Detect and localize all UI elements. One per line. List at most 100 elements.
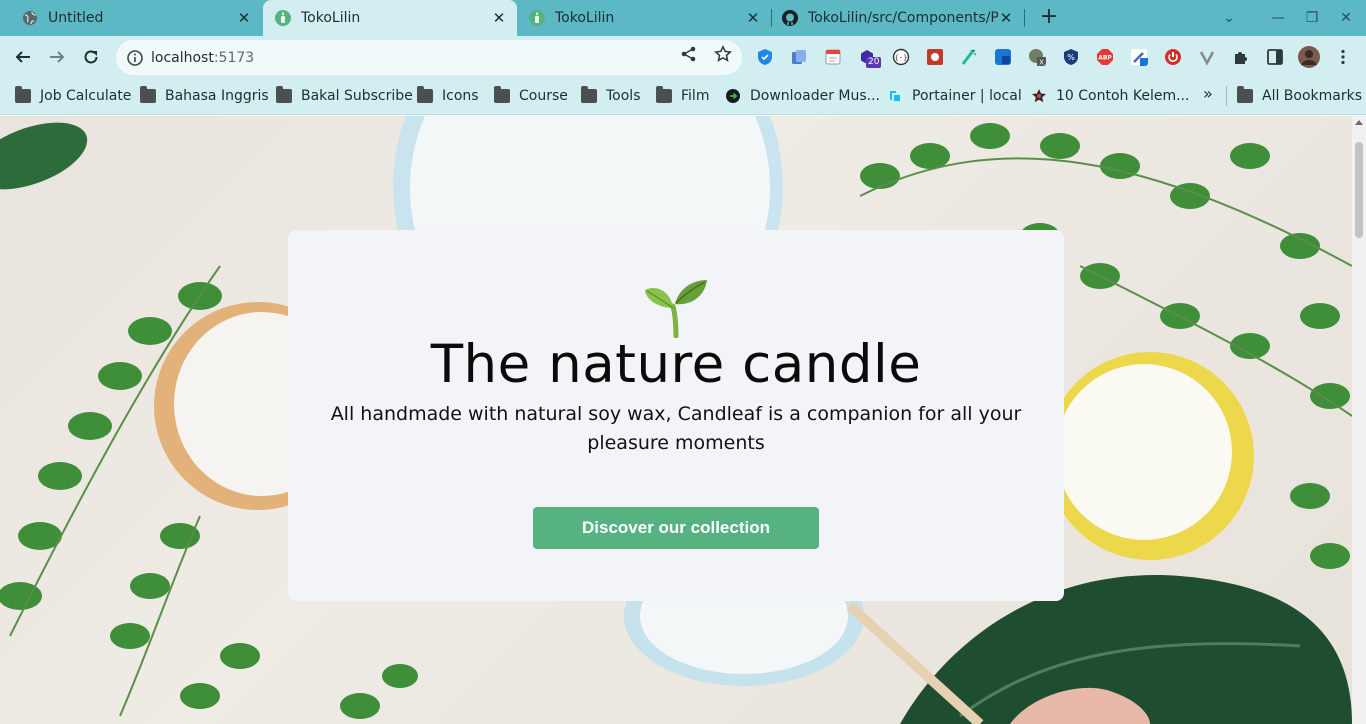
- adblock-plus-icon[interactable]: ABP: [1096, 48, 1114, 66]
- close-icon[interactable]: ✕: [236, 10, 252, 26]
- tab-title: Untitled: [48, 10, 104, 26]
- puzzle-extensions-icon[interactable]: [1232, 48, 1250, 66]
- power-extension-icon[interactable]: [1164, 48, 1182, 66]
- hero-subtitle: All handmade with natural soy wax, Candl…: [330, 403, 1022, 454]
- star-icon: [1032, 89, 1046, 103]
- folder-icon: [276, 86, 292, 103]
- red-puzzle-extension-icon[interactable]: [926, 48, 944, 66]
- shield-extension-icon[interactable]: [756, 48, 774, 66]
- portainer-icon: [890, 91, 900, 101]
- bookmark-label: Film: [681, 88, 710, 104]
- kebab-menu-icon[interactable]: [1334, 48, 1352, 66]
- folder-icon: [494, 86, 510, 103]
- new-tab-button[interactable]: +: [1037, 6, 1061, 30]
- url-text: localhost:5173: [151, 50, 254, 66]
- back-button[interactable]: [10, 44, 36, 70]
- address-bar[interactable]: localhost:5173: [116, 40, 742, 75]
- close-icon[interactable]: ✕: [491, 10, 507, 26]
- forward-button[interactable]: [44, 44, 70, 70]
- folder-icon: [140, 86, 156, 103]
- url-host: localhost: [151, 49, 214, 66]
- bookmark-label: Bakal Subscribe: [301, 88, 413, 104]
- share-icon[interactable]: [680, 45, 698, 63]
- bookmark-label: Portainer | local: [912, 88, 1022, 104]
- bookmark-star-icon[interactable]: [714, 45, 732, 63]
- folder-icon: [656, 86, 672, 103]
- discover-collection-button[interactable]: Discover our collection: [533, 507, 819, 549]
- browser-toolbar: localhost:5173 20 {·} X % ABP: [0, 36, 1366, 78]
- minimize-button[interactable]: —: [1268, 8, 1288, 28]
- eyedropper-extension-icon[interactable]: [1130, 48, 1148, 66]
- bookmark-label: Bahasa Inggris: [165, 88, 269, 104]
- tab-github[interactable]: TokoLilin/src/Components/P ✕: [772, 0, 1024, 36]
- candle-right: [1046, 352, 1254, 560]
- blue-square-extension-icon[interactable]: [994, 48, 1012, 66]
- tab-search-chevron-icon[interactable]: ⌄: [1219, 8, 1239, 28]
- bookmark-film[interactable]: Film: [656, 85, 709, 107]
- close-icon[interactable]: ✕: [745, 10, 761, 26]
- extension-badge: 20: [866, 57, 882, 68]
- tab-title: TokoLilin: [555, 10, 615, 26]
- bookmark-label: Downloader Mus...: [750, 88, 881, 104]
- mountain-extension-icon[interactable]: X: [1028, 48, 1046, 66]
- bookmark-label: Icons: [442, 88, 479, 104]
- tab-strip: Untitled ✕ TokoLilin ✕ TokoLilin ✕ TokoL…: [0, 0, 1366, 36]
- bookmark-job-calculate[interactable]: Job Calculate: [15, 85, 131, 107]
- tab-tokolilin[interactable]: TokoLilin ✕: [517, 0, 771, 36]
- page-viewport: The nature candle All handmade with natu…: [0, 116, 1352, 724]
- bookmark-label: 10 Contoh Kelem...: [1056, 88, 1190, 104]
- profile-avatar[interactable]: [1298, 46, 1320, 68]
- sprout-icon: [645, 280, 707, 338]
- scroll-up-arrow-icon[interactable]: [1355, 120, 1363, 125]
- shield-percent-extension-icon[interactable]: %: [1062, 48, 1080, 66]
- arrow-right-icon: [50, 51, 65, 63]
- wand-extension-icon[interactable]: [960, 48, 978, 66]
- folder-icon: [1237, 86, 1253, 103]
- bookmark-label: Course: [519, 88, 568, 104]
- reload-icon: [84, 50, 98, 64]
- bookmark-10-contoh[interactable]: 10 Contoh Kelem...: [1031, 85, 1189, 107]
- tab-separator: [1024, 9, 1025, 27]
- page-scrollbar[interactable]: [1352, 116, 1366, 724]
- bookmark-icons[interactable]: Icons: [417, 85, 479, 107]
- bookmark-course[interactable]: Course: [494, 85, 568, 107]
- all-bookmarks-button[interactable]: All Bookmarks: [1237, 85, 1362, 107]
- v-extension-icon[interactable]: [1198, 48, 1216, 66]
- github-icon: [782, 10, 798, 26]
- svg-text:{·}: {·}: [895, 54, 908, 62]
- restore-button[interactable]: ❐: [1302, 8, 1322, 28]
- bookmark-portainer[interactable]: Portainer | local: [887, 85, 1022, 107]
- folder-icon: [417, 86, 433, 103]
- scrollbar-thumb[interactable]: [1355, 142, 1363, 238]
- extension-with-badge[interactable]: 20: [858, 48, 882, 68]
- calendar-extension-icon[interactable]: [824, 48, 842, 66]
- bookmark-downloader[interactable]: Downloader Mus...: [725, 85, 880, 107]
- tab-untitled[interactable]: Untitled ✕: [0, 0, 262, 36]
- bookmark-tools[interactable]: Tools: [581, 85, 641, 107]
- folder-icon: [15, 86, 31, 103]
- bookmarks-overflow-button[interactable]: »: [1203, 84, 1213, 103]
- reload-button[interactable]: [78, 44, 104, 70]
- bookmarks-bar: Job Calculate Bahasa Inggris Bakal Subsc…: [0, 78, 1366, 115]
- window-close-button[interactable]: ✕: [1336, 8, 1356, 28]
- bookmark-label: Job Calculate: [40, 88, 132, 104]
- candle-favicon-icon: [529, 10, 545, 26]
- close-icon[interactable]: ✕: [998, 10, 1014, 26]
- site-info-icon[interactable]: [126, 49, 144, 67]
- tab-title: TokoLilin: [301, 10, 361, 26]
- bookmark-label: Tools: [606, 88, 641, 104]
- tab-tokolilin-active[interactable]: TokoLilin ✕: [263, 0, 517, 36]
- bookmark-bakal-subscribe[interactable]: Bakal Subscribe: [276, 85, 413, 107]
- side-panel-icon[interactable]: [1266, 48, 1284, 66]
- svg-text:ABP: ABP: [1098, 55, 1112, 62]
- code-extension-icon[interactable]: {·}: [892, 48, 910, 66]
- copy-extension-icon[interactable]: [790, 48, 808, 66]
- svg-text:%: %: [1067, 53, 1075, 62]
- candle-favicon-icon: [275, 10, 291, 26]
- bookmark-bahasa-inggris[interactable]: Bahasa Inggris: [140, 85, 269, 107]
- all-bookmarks-label: All Bookmarks: [1262, 88, 1363, 104]
- tab-title: TokoLilin/src/Components/P: [808, 10, 998, 26]
- arrow-circle-icon: [726, 89, 740, 103]
- bookmarks-separator: [1226, 86, 1227, 106]
- globe-icon: [23, 11, 37, 25]
